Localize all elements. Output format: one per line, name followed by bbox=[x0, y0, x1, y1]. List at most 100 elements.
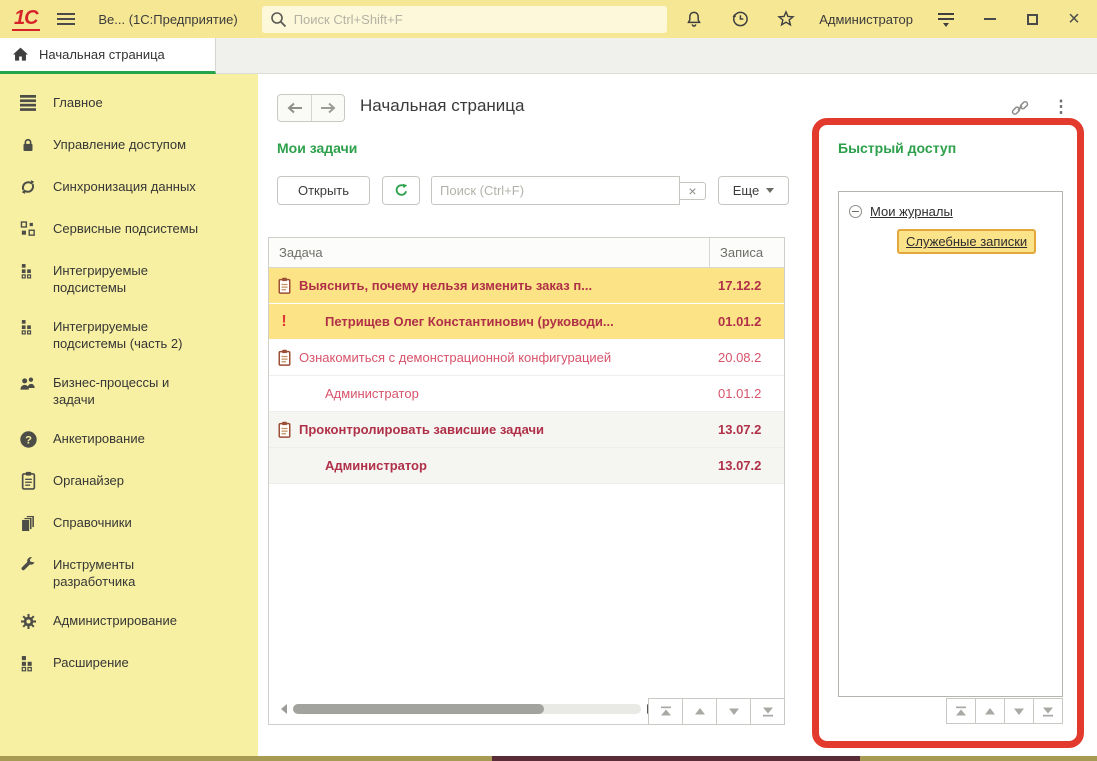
sidebar-item-organizer[interactable]: Органайзер bbox=[0, 460, 258, 502]
history-nav-group bbox=[277, 94, 345, 122]
sidebar-item-business-processes[interactable]: Бизнес-процессы и задачи bbox=[0, 362, 258, 418]
collapse-icon[interactable] bbox=[849, 205, 862, 218]
open-button[interactable]: Открыть bbox=[277, 176, 370, 205]
tree-leaf: Служебные записки bbox=[897, 229, 1062, 254]
table-row[interactable]: Выяснить, почему нельзя изменить заказ п… bbox=[269, 268, 784, 304]
go-first-button[interactable] bbox=[648, 698, 683, 725]
tab-bar: Начальная страница bbox=[0, 38, 1097, 74]
table-row[interactable]: Ознакомиться с демонстрационной конфигур… bbox=[269, 340, 784, 376]
gear-icon bbox=[16, 610, 40, 632]
sidebar-item-label: Бизнес-процессы и задачи bbox=[53, 372, 213, 408]
tree-node-my-journals: Мои журналы bbox=[849, 204, 1062, 219]
task-date: 01.01.2 bbox=[709, 386, 784, 401]
go-first-button[interactable] bbox=[946, 698, 976, 724]
sidebar-item-catalogs[interactable]: Справочники bbox=[0, 502, 258, 544]
table-row[interactable]: Администратор 13.07.2 bbox=[269, 448, 784, 484]
table-row[interactable]: Администратор 01.01.2 bbox=[269, 376, 784, 412]
more-actions-label: Еще bbox=[733, 183, 759, 198]
go-up-button[interactable] bbox=[682, 698, 717, 725]
sidebar-item-surveys[interactable]: ? Анкетирование bbox=[0, 418, 258, 460]
close-button[interactable]: × bbox=[1063, 8, 1085, 30]
page-title: Начальная страница bbox=[360, 96, 525, 116]
sidebar-item-main[interactable]: Главное bbox=[0, 82, 258, 124]
tab-home-page[interactable]: Начальная страница bbox=[0, 38, 216, 74]
forward-button[interactable] bbox=[311, 95, 344, 121]
task-date: 13.07.2 bbox=[709, 422, 784, 437]
task-subject: Проконтролировать зависшие задачи bbox=[299, 422, 709, 437]
column-written[interactable]: Записа bbox=[709, 238, 784, 267]
horizontal-scrollbar[interactable] bbox=[281, 703, 653, 715]
titlebar-actions: Администратор × bbox=[681, 6, 1085, 32]
maximize-button[interactable] bbox=[1021, 8, 1043, 30]
sidebar-item-data-sync[interactable]: Синхронизация данных bbox=[0, 166, 258, 208]
quick-access-tree: Мои журналы Служебные записки bbox=[838, 191, 1063, 697]
scrollbar-thumb[interactable] bbox=[293, 704, 544, 714]
tree-navigation-buttons bbox=[947, 698, 1063, 724]
scrollbar-track[interactable] bbox=[293, 704, 641, 714]
svg-text:?: ? bbox=[25, 434, 32, 446]
sidebar-item-label: Синхронизация данных bbox=[53, 176, 213, 195]
refresh-button[interactable] bbox=[382, 176, 420, 205]
sidebar-item-service-subsystems[interactable]: Сервисные подсистемы bbox=[0, 208, 258, 250]
task-subject: Выяснить, почему нельзя изменить заказ п… bbox=[299, 278, 709, 293]
link-icon[interactable] bbox=[1006, 94, 1034, 122]
go-up-button[interactable] bbox=[975, 698, 1005, 724]
memos-link[interactable]: Служебные записки bbox=[906, 234, 1027, 249]
quick-access-heading: Быстрый доступ bbox=[838, 140, 956, 156]
history-icon[interactable] bbox=[727, 6, 753, 32]
sync-icon bbox=[16, 176, 40, 198]
clear-search-icon[interactable]: × bbox=[680, 182, 706, 200]
go-last-button[interactable] bbox=[750, 698, 785, 725]
tasks-table-header[interactable]: Задача Записа bbox=[269, 238, 784, 268]
sidebar-item-label: Органайзер bbox=[53, 470, 213, 489]
sidebar-item-extension[interactable]: Расширение bbox=[0, 642, 258, 684]
task-performer: Петрищев Олег Константинович (руководи..… bbox=[299, 314, 709, 329]
column-task[interactable]: Задача bbox=[269, 245, 709, 260]
tasks-search-input[interactable] bbox=[432, 177, 679, 204]
service-menu-icon[interactable] bbox=[933, 6, 959, 32]
subsystem-blocks-icon bbox=[16, 316, 40, 338]
sidebar-item-label: Управление доступом bbox=[53, 134, 213, 153]
back-button[interactable] bbox=[278, 95, 311, 121]
hamburger-menu-icon[interactable] bbox=[54, 6, 79, 32]
tasks-toolbar: Открыть × Еще bbox=[277, 176, 789, 205]
sidebar-item-integrable-subsystems[interactable]: Интегрируемые подсистемы bbox=[0, 250, 258, 306]
sidebar-item-developer-tools[interactable]: Инструменты разработчика bbox=[0, 544, 258, 600]
sidebar-item-access-management[interactable]: Управление доступом bbox=[0, 124, 258, 166]
my-journals-link[interactable]: Мои журналы bbox=[870, 204, 953, 219]
sidebar-item-label: Анкетирование bbox=[53, 428, 213, 447]
sidebar-item-label: Главное bbox=[53, 92, 213, 111]
minimize-button[interactable] bbox=[979, 8, 1001, 30]
people-icon bbox=[16, 372, 40, 394]
table-row[interactable]: ! Петрищев Олег Константинович (руководи… bbox=[269, 304, 784, 340]
clipboard-icon bbox=[16, 470, 40, 492]
sidebar-item-label: Инструменты разработчика bbox=[53, 554, 213, 590]
sidebar-item-label: Администрирование bbox=[53, 610, 213, 629]
my-tasks-heading: Мои задачи bbox=[277, 140, 357, 156]
table-row[interactable]: Проконтролировать зависшие задачи 13.07.… bbox=[269, 412, 784, 448]
search-icon bbox=[270, 11, 287, 28]
more-menu-icon[interactable]: ⋮ bbox=[1050, 93, 1072, 121]
exclamation-icon: ! bbox=[269, 313, 299, 331]
home-icon bbox=[12, 47, 29, 62]
sidebar-item-label: Справочники bbox=[53, 512, 213, 531]
notifications-bell-icon[interactable] bbox=[681, 6, 707, 32]
tasks-search bbox=[431, 176, 680, 205]
global-search-input[interactable] bbox=[294, 12, 660, 27]
scroll-left-icon[interactable] bbox=[281, 704, 287, 714]
current-user[interactable]: Администратор bbox=[819, 12, 913, 27]
go-down-button[interactable] bbox=[716, 698, 751, 725]
sidebar-item-integrable-subsystems-2[interactable]: Интегрируемые подсистемы (часть 2) bbox=[0, 306, 258, 362]
task-clipboard-icon bbox=[269, 277, 299, 295]
task-subject: Ознакомиться с демонстрационной конфигур… bbox=[299, 350, 709, 365]
favorites-star-icon[interactable] bbox=[773, 6, 799, 32]
go-last-button[interactable] bbox=[1033, 698, 1063, 724]
go-down-button[interactable] bbox=[1004, 698, 1034, 724]
more-actions-button[interactable]: Еще bbox=[718, 176, 789, 205]
chevron-down-icon bbox=[766, 188, 774, 193]
minimize-icon bbox=[984, 18, 996, 20]
task-clipboard-icon bbox=[269, 421, 299, 439]
main-content: Начальная страница ⋮ Мои задачи Открыть … bbox=[258, 74, 1097, 756]
sidebar-item-label: Интегрируемые подсистемы (часть 2) bbox=[53, 316, 213, 352]
sidebar-item-administration[interactable]: Администрирование bbox=[0, 600, 258, 642]
